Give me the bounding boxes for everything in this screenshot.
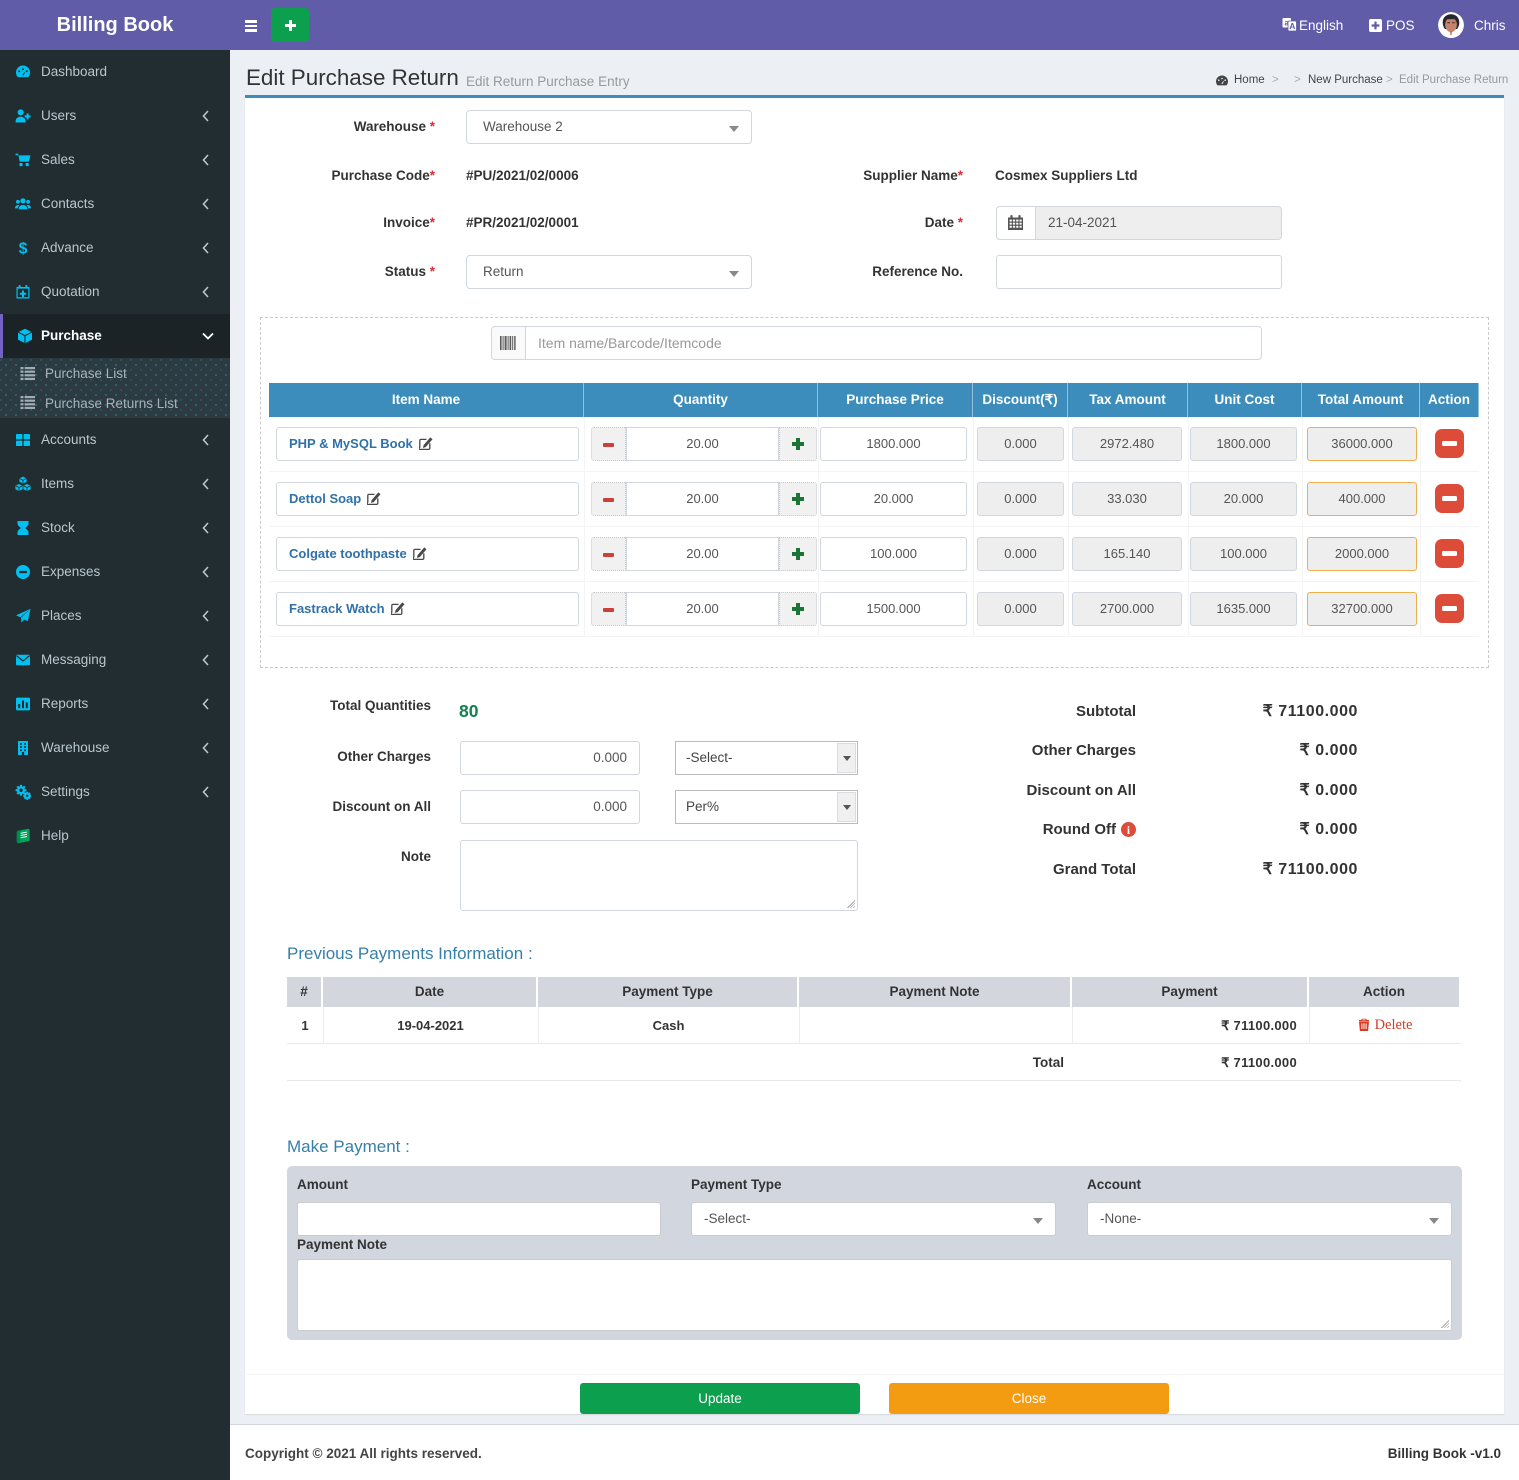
svg-text:$: $ bbox=[19, 241, 28, 257]
svg-text:A: A bbox=[1289, 21, 1295, 31]
